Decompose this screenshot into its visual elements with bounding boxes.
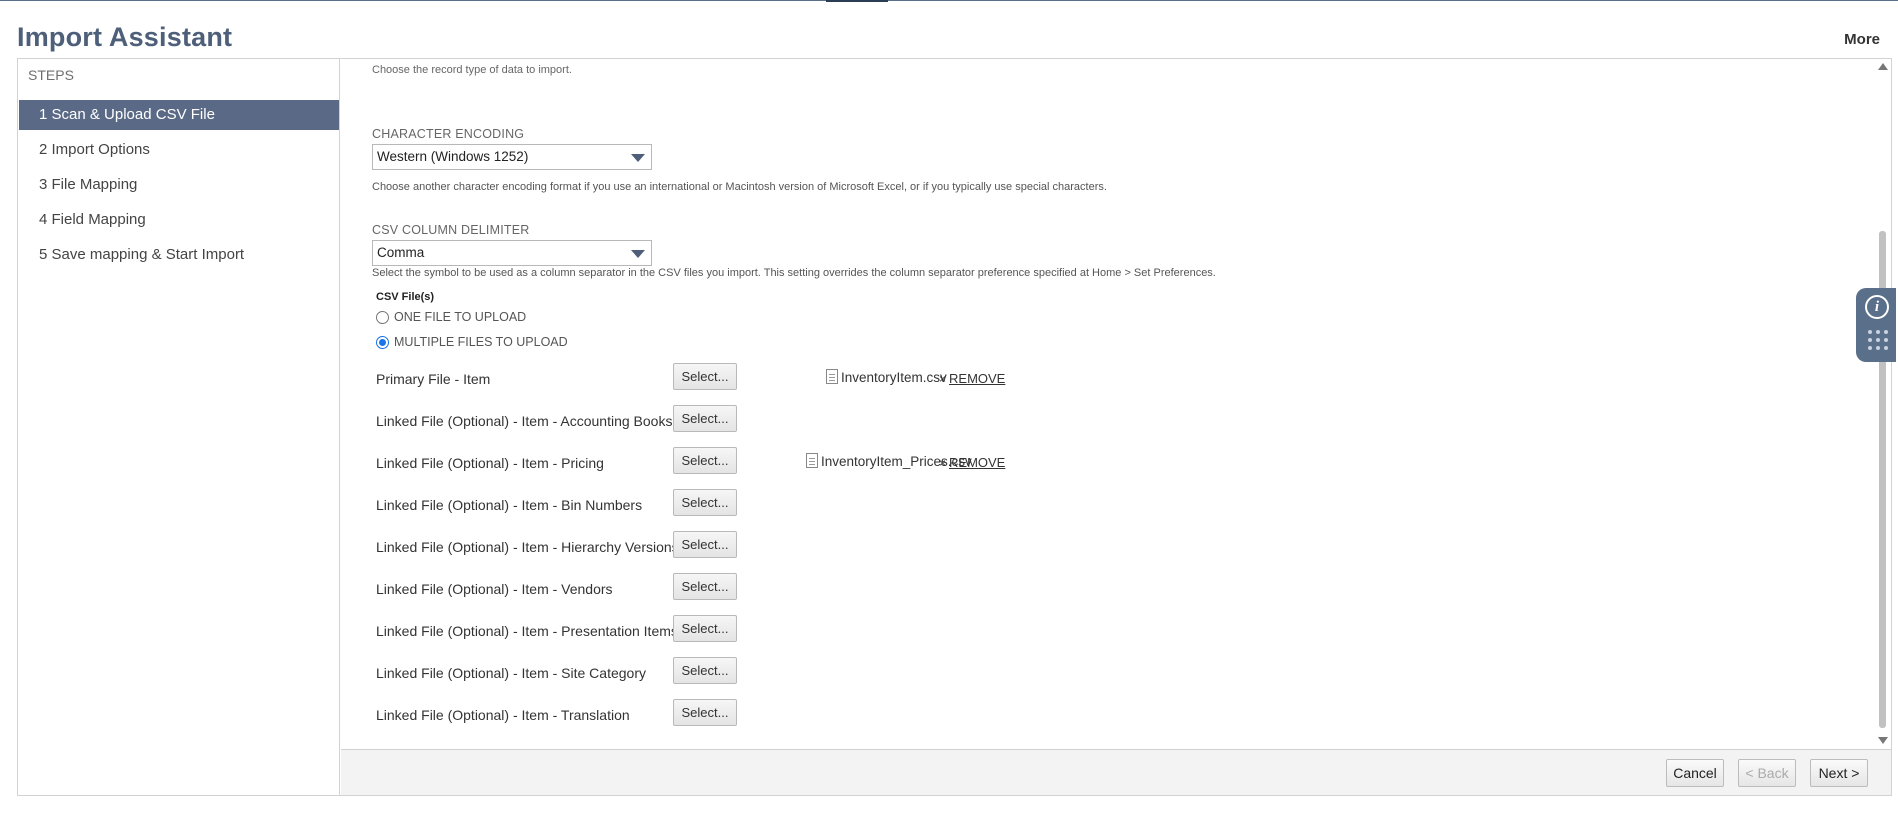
- select-file-button[interactable]: Select...: [673, 699, 737, 726]
- select-file-button[interactable]: Select...: [673, 531, 737, 558]
- file-row-label: Linked File (Optional) - Item - Accounti…: [376, 413, 673, 429]
- csv-delimiter-value: Comma: [377, 245, 425, 260]
- select-file-button[interactable]: Select...: [673, 405, 737, 432]
- file-row-label: Linked File (Optional) - Item - Hierarch…: [376, 539, 679, 555]
- next-button[interactable]: Next >: [1810, 759, 1868, 787]
- character-encoding-select[interactable]: Western (Windows 1252): [372, 144, 652, 170]
- character-encoding-help: Choose another character encoding format…: [372, 181, 1107, 193]
- select-file-button[interactable]: Select...: [673, 447, 737, 474]
- scroll-down-arrow-icon[interactable]: [1878, 737, 1888, 744]
- select-file-button[interactable]: Select...: [673, 615, 737, 642]
- file-row-pricing: Linked File (Optional) - Item - Pricing …: [376, 447, 1276, 477]
- record-type-hint: Choose the record type of data to import…: [372, 64, 572, 76]
- select-file-button[interactable]: Select...: [673, 657, 737, 684]
- scrollbar[interactable]: [1877, 59, 1889, 749]
- file-row-hierarchy-versions: Linked File (Optional) - Item - Hierarch…: [376, 531, 1276, 561]
- info-icon[interactable]: i: [1865, 295, 1889, 319]
- cancel-button[interactable]: Cancel: [1666, 759, 1724, 787]
- file-row-label: Linked File (Optional) - Item - Site Cat…: [376, 665, 646, 681]
- back-button[interactable]: < Back: [1738, 759, 1796, 787]
- file-row-site-category: Linked File (Optional) - Item - Site Cat…: [376, 657, 1276, 687]
- select-file-button[interactable]: Select...: [673, 489, 737, 516]
- steps-title: STEPS: [28, 67, 74, 83]
- uploaded-file-name: InventoryItem.csv: [826, 369, 947, 385]
- character-encoding-label: CHARACTER ENCODING: [372, 127, 525, 141]
- radio-one-file[interactable]: ONE FILE TO UPLOAD: [376, 310, 526, 326]
- file-row-label: Primary File - Item: [376, 371, 491, 387]
- file-row-label: Linked File (Optional) - Item - Translat…: [376, 707, 630, 723]
- select-file-button[interactable]: Select...: [673, 363, 737, 390]
- steps-sidebar: STEPS 1 Scan & Upload CSV File 2 Import …: [18, 59, 340, 795]
- grid-dots-icon[interactable]: [1868, 330, 1888, 352]
- file-row-label: Linked File (Optional) - Item - Bin Numb…: [376, 497, 643, 513]
- main-content: Choose the record type of data to import…: [341, 59, 1891, 749]
- step-save-start-import[interactable]: 5 Save mapping & Start Import: [19, 240, 339, 270]
- step-import-options[interactable]: 2 Import Options: [19, 135, 339, 165]
- close-icon: ×: [939, 372, 947, 386]
- chevron-down-icon: [631, 250, 645, 258]
- file-icon: [806, 453, 818, 468]
- top-accent-bar: [0, 0, 1898, 1]
- file-row-accounting-books: Linked File (Optional) - Item - Accounti…: [376, 405, 1276, 435]
- step-scan-upload[interactable]: 1 Scan & Upload CSV File: [19, 100, 339, 130]
- scroll-up-arrow-icon[interactable]: [1878, 63, 1888, 70]
- radio-multiple-files[interactable]: MULTIPLE FILES TO UPLOAD: [376, 335, 568, 351]
- step-file-mapping[interactable]: 3 File Mapping: [19, 170, 339, 200]
- file-row-label: Linked File (Optional) - Item - Vendors: [376, 581, 613, 597]
- file-row-vendors: Linked File (Optional) - Item - Vendors …: [376, 573, 1276, 603]
- step-field-mapping[interactable]: 4 Field Mapping: [19, 205, 339, 235]
- file-icon: [826, 369, 838, 384]
- close-icon: ×: [939, 456, 947, 470]
- radio-one-file-label: ONE FILE TO UPLOAD: [394, 310, 527, 324]
- page-title: Import Assistant: [17, 22, 233, 52]
- radio-multiple-files-label: MULTIPLE FILES TO UPLOAD: [394, 335, 568, 349]
- file-row-presentation-items: Linked File (Optional) - Item - Presenta…: [376, 615, 1276, 645]
- file-row-bin-numbers: Linked File (Optional) - Item - Bin Numb…: [376, 489, 1276, 519]
- character-encoding-value: Western (Windows 1252): [377, 149, 529, 164]
- import-assistant-panel: STEPS 1 Scan & Upload CSV File 2 Import …: [17, 58, 1892, 796]
- remove-file-link[interactable]: × REMOVE: [939, 455, 1005, 470]
- file-row-label: Linked File (Optional) - Item - Presenta…: [376, 623, 678, 639]
- csv-delimiter-label: CSV COLUMN DELIMITER: [372, 223, 530, 237]
- select-file-button[interactable]: Select...: [673, 573, 737, 600]
- more-menu-link[interactable]: More: [1844, 31, 1880, 48]
- remove-file-link[interactable]: × REMOVE: [939, 371, 1005, 386]
- file-row-label: Linked File (Optional) - Item - Pricing: [376, 455, 604, 471]
- file-row-translation: Linked File (Optional) - Item - Translat…: [376, 699, 1276, 729]
- footer-bar: Cancel < Back Next >: [341, 749, 1891, 795]
- chevron-down-icon: [631, 154, 645, 162]
- top-accent-notch: [826, 0, 888, 2]
- file-row-primary: Primary File - Item Select... InventoryI…: [376, 363, 1276, 393]
- csv-delimiter-help: Select the symbol to be used as a column…: [372, 267, 1216, 279]
- radio-button-checked[interactable]: [376, 336, 389, 350]
- csv-delimiter-select[interactable]: Comma: [372, 240, 652, 266]
- csv-files-label: CSV File(s): [376, 291, 435, 303]
- radio-button[interactable]: [376, 311, 389, 325]
- help-widget[interactable]: i: [1856, 288, 1896, 362]
